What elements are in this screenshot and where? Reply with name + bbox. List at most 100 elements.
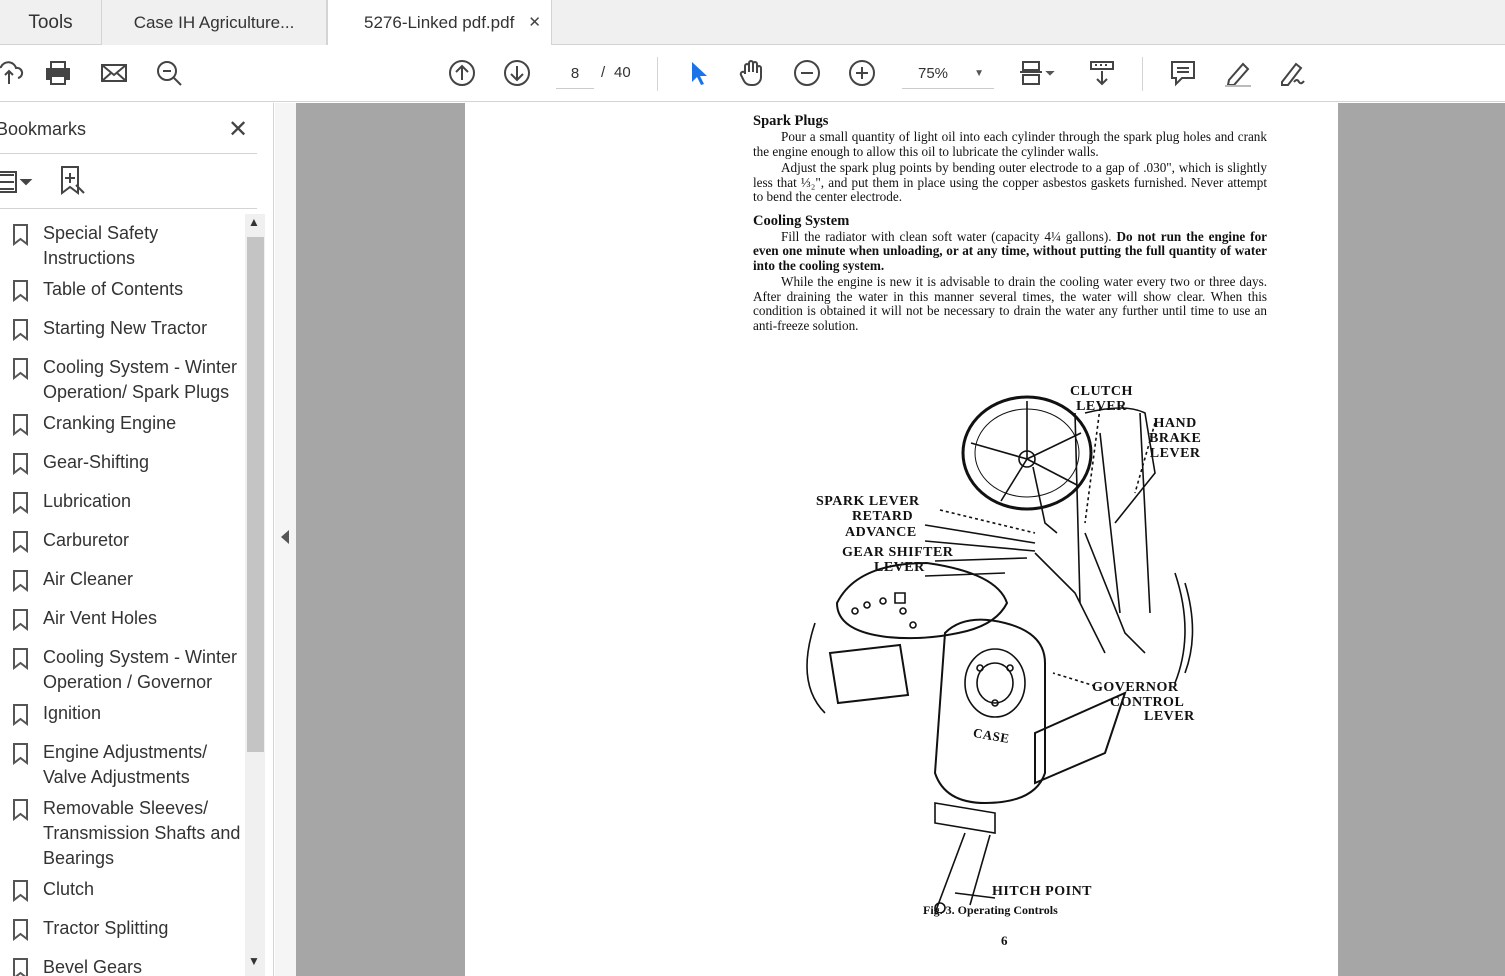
- close-panel-icon[interactable]: ✕: [228, 115, 248, 144]
- document-viewer: Spark Plugs Pour a small quantity of lig…: [296, 103, 1505, 976]
- bookmark-item[interactable]: Cranking Engine: [0, 411, 244, 439]
- bookmark-icon: [13, 280, 28, 302]
- paragraph: Fill the radiator with clean soft water …: [753, 228, 1267, 274]
- bookmark-icon: [13, 492, 28, 514]
- label-hitch-point: HITCH POINT: [992, 884, 1093, 899]
- panel-divider: [0, 153, 257, 154]
- toolbar-divider: [1142, 57, 1143, 91]
- sign-icon[interactable]: [1275, 55, 1311, 91]
- tab-case-ih[interactable]: Case IH Agriculture...: [102, 0, 327, 45]
- toolbar-divider: [657, 57, 658, 91]
- bookmark-icon: [13, 570, 28, 592]
- bookmark-icon: [13, 919, 28, 941]
- label-text: CLUTCH: [1070, 384, 1133, 399]
- zoom-out-icon[interactable]: [789, 55, 825, 91]
- new-bookmark-icon[interactable]: [58, 165, 88, 197]
- bookmarks-title: Bookmarks: [0, 119, 87, 139]
- label-retard: RETARD: [852, 509, 914, 524]
- upload-icon[interactable]: [0, 55, 28, 91]
- bookmark-icon: [13, 531, 28, 553]
- figure-caption: Fig. 3. Operating Controls: [923, 903, 1058, 917]
- bookmarks-panel: Bookmarks ✕ Special Safety Instructions …: [0, 103, 274, 976]
- select-cursor-icon[interactable]: [680, 55, 716, 91]
- bookmark-item[interactable]: Cooling System - Winter Operation / Gove…: [0, 645, 244, 695]
- page-number-input[interactable]: 8: [556, 59, 594, 89]
- bookmark-icon: [13, 414, 28, 436]
- fit-dropdown-icon[interactable]: [1040, 55, 1060, 91]
- scroll-up-icon[interactable]: ▲: [248, 215, 260, 229]
- bookmark-item[interactable]: Special Safety Instructions: [0, 221, 244, 271]
- bookmark-icon: [13, 319, 28, 341]
- toolbar: 8 / 40 75% ▼: [0, 45, 1505, 102]
- bookmark-icon: [13, 958, 28, 976]
- bookmark-item[interactable]: Lubrication: [0, 489, 244, 517]
- bookmark-options-icon[interactable]: [0, 167, 36, 197]
- pdf-page: Spark Plugs Pour a small quantity of lig…: [465, 103, 1338, 976]
- label-advance: ADVANCE: [845, 525, 917, 540]
- bookmark-icon: [13, 224, 28, 246]
- scroll-mode-icon[interactable]: [1084, 55, 1120, 91]
- bookmark-item[interactable]: Cooling System - Winter Operation/ Spark…: [0, 355, 244, 405]
- highlight-pen-icon[interactable]: [1220, 55, 1256, 91]
- email-icon[interactable]: [96, 55, 132, 91]
- bookmark-icon: [13, 609, 28, 631]
- comment-icon[interactable]: [1165, 55, 1201, 91]
- label-text: BRAKE: [1149, 431, 1202, 446]
- bookmark-icon: [13, 453, 28, 475]
- bookmark-icon: [13, 743, 28, 765]
- prev-page-icon[interactable]: [444, 55, 480, 91]
- tab-label: 5276-Linked pdf.pdf: [364, 13, 515, 32]
- bookmark-item[interactable]: Bevel Gears: [0, 955, 244, 976]
- label-hand-brake-lever: HAND BRAKE LEVER: [1149, 416, 1201, 461]
- tab-close-icon[interactable]: ✕: [528, 13, 541, 31]
- tab-active-pdf[interactable]: 5276-Linked pdf.pdf ✕: [327, 0, 552, 46]
- bookmark-icon: [13, 358, 28, 380]
- zoom-search-icon[interactable]: [151, 55, 187, 91]
- scrollbar-thumb[interactable]: [247, 237, 264, 752]
- collapse-arrow-icon[interactable]: [281, 530, 289, 544]
- page-separator: /: [601, 64, 606, 81]
- panel-divider: [0, 208, 257, 209]
- bookmark-icon: [13, 799, 28, 821]
- label-governor: GOVERNOR: [1092, 680, 1179, 695]
- tab-tools[interactable]: Tools: [0, 0, 102, 45]
- zoom-in-icon[interactable]: [844, 55, 880, 91]
- zoom-value: 75%: [918, 65, 949, 82]
- bookmark-icon: [13, 648, 28, 670]
- page-total: 40: [614, 64, 631, 81]
- paragraph-text: Fill the radiator with clean soft water …: [781, 228, 1112, 244]
- hand-tool-icon[interactable]: [734, 55, 770, 91]
- bookmark-item[interactable]: Table of Contents: [0, 277, 244, 305]
- paragraph: While the engine is new it is advisable …: [753, 274, 1267, 333]
- heading-spark-plugs: Spark Plugs: [753, 113, 829, 129]
- bookmark-icon: [13, 704, 28, 726]
- heading-cooling-system: Cooling System: [753, 212, 850, 229]
- bookmark-item[interactable]: Air Cleaner: [0, 567, 244, 595]
- label-gear-lever: LEVER: [874, 560, 925, 575]
- label-control: CONTROL: [1110, 695, 1185, 710]
- bookmark-tools: [0, 163, 257, 199]
- label-lever: LEVER: [1144, 709, 1195, 724]
- next-page-icon[interactable]: [499, 55, 535, 91]
- tab-bar: Tools Case IH Agriculture... 5276-Linked…: [0, 0, 1505, 46]
- zoom-select[interactable]: 75% ▼: [902, 59, 994, 89]
- paragraph: Adjust the spark plug points by bending …: [753, 160, 1267, 204]
- bookmark-item[interactable]: Tractor Splitting: [0, 916, 244, 944]
- bookmark-item[interactable]: Clutch: [0, 877, 244, 905]
- chevron-down-icon: ▼: [974, 68, 984, 79]
- bookmark-item[interactable]: Removable Sleeves/ Transmission Shafts a…: [0, 796, 244, 871]
- print-icon[interactable]: [40, 55, 76, 91]
- label-text: HAND: [1153, 416, 1197, 431]
- label-gear-shifter: GEAR SHIFTER: [842, 545, 954, 560]
- bookmark-item[interactable]: Starting New Tractor: [0, 316, 244, 344]
- bookmark-item[interactable]: Engine Adjustments/ Valve Adjustments: [0, 740, 244, 790]
- scroll-down-icon[interactable]: ▼: [248, 954, 260, 968]
- bookmark-item[interactable]: Carburetor: [0, 528, 244, 556]
- bookmark-item[interactable]: Ignition: [0, 701, 244, 729]
- bookmark-item[interactable]: Gear-Shifting: [0, 450, 244, 478]
- page-number: 6: [1001, 933, 1008, 948]
- paragraph: Pour a small quantity of light oil into …: [753, 129, 1267, 159]
- label-clutch-lever: CLUTCH LEVER: [1070, 384, 1133, 414]
- bookmark-item[interactable]: Air Vent Holes: [0, 606, 244, 634]
- page-text: Spark Plugs Pour a small quantity of lig…: [753, 113, 1267, 333]
